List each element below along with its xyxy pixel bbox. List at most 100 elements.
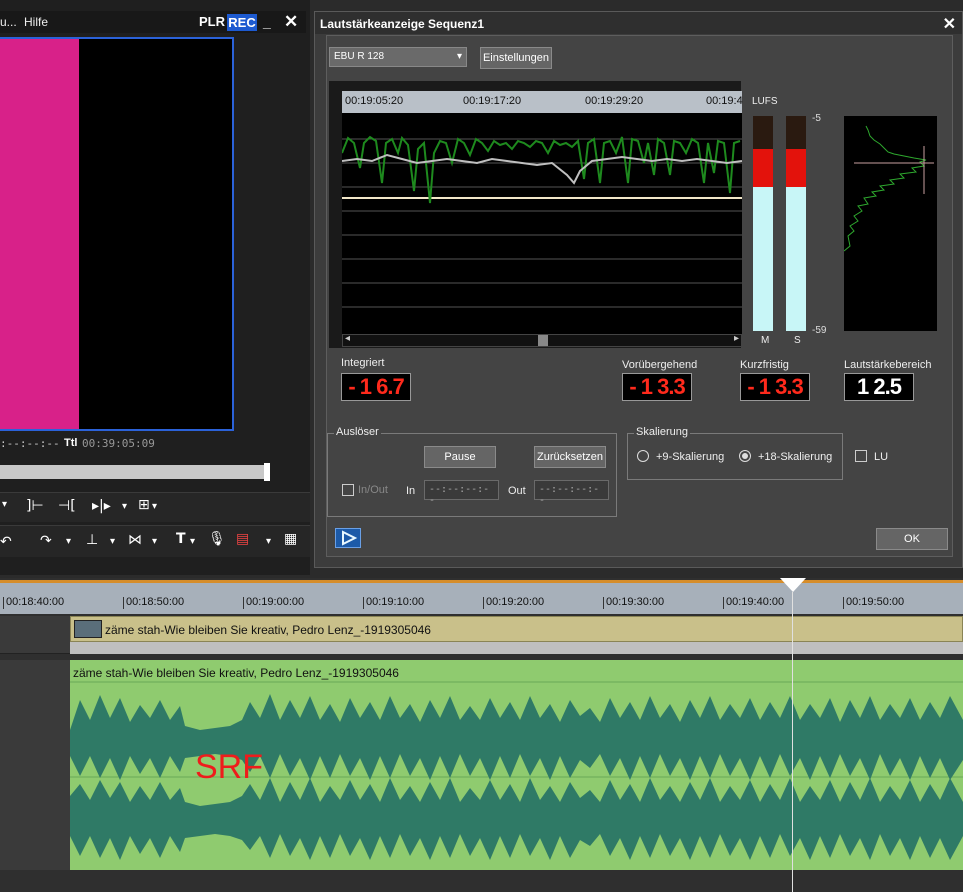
inout-label: In/Out xyxy=(358,484,388,496)
timeline-tick: 00:19:50:00 xyxy=(846,596,905,608)
momentary-label: Vorübergehend xyxy=(622,359,698,371)
meter-short xyxy=(786,116,806,331)
video-preview xyxy=(0,37,234,431)
timeline-ruler[interactable]: 00:18:40:00 00:18:50:00 00:19:00:00 00:1… xyxy=(0,580,963,614)
player-toolbar-edit: ↶ ↷ ▾ ⊥ ▾ ⋈ ▾ T ▾ 🎙 ▤ ▾ ▦ xyxy=(0,525,310,557)
scale-top-label: -5 xyxy=(812,113,821,124)
ok-button[interactable]: OK xyxy=(876,528,948,550)
scale9-radio[interactable] xyxy=(637,450,649,462)
video-track-header[interactable] xyxy=(0,616,70,654)
meter-m-label: M xyxy=(761,335,770,346)
chevron-down-icon[interactable]: ▾ xyxy=(266,536,271,547)
chevron-down-icon[interactable]: ▾ xyxy=(152,501,157,512)
loudness-graph-svg xyxy=(342,135,742,308)
chevron-down-icon[interactable]: ▾ xyxy=(122,501,127,512)
meter-red-zone xyxy=(786,149,806,187)
scaling-group-title: Skalierung xyxy=(634,426,690,438)
loudness-dialog: Lautstärkeanzeige Sequenz1 ✕ EBU R 128 ▾… xyxy=(314,11,963,568)
scroll-right-icon[interactable]: ▸ xyxy=(734,333,739,344)
out-timecode-field[interactable]: --:--:--:-- xyxy=(534,480,609,506)
video-clip-strip xyxy=(70,642,963,654)
timeline: 00:18:40:00 00:18:50:00 00:19:00:00 00:1… xyxy=(0,578,963,892)
play-icon[interactable] xyxy=(335,528,361,548)
timeline-tick: 00:19:30:00 xyxy=(606,596,665,608)
short-term-value: - 1 3.3 xyxy=(740,373,810,401)
tick-mark xyxy=(363,597,364,609)
meter-level xyxy=(786,187,806,331)
scroll-left-icon[interactable]: ◂ xyxy=(345,333,350,344)
trigger-group-title: Auslöser xyxy=(334,426,381,438)
video-clip[interactable]: zäme stah-Wie bleiben Sie kreativ, Pedro… xyxy=(70,616,963,642)
ruler-label: 00:19:17:20 xyxy=(463,95,522,107)
plr-button[interactable]: PLR xyxy=(199,14,225,29)
audio-clip[interactable]: zäme stah-Wie bleiben Sie kreativ, Pedro… xyxy=(70,660,963,870)
redo-icon[interactable]: ↷ xyxy=(40,533,52,549)
scale18-radio[interactable] xyxy=(739,450,751,462)
in-timecode-field[interactable]: --:--:--:-- xyxy=(424,480,499,506)
timeline-tick: 00:18:40:00 xyxy=(6,596,65,608)
lu-checkbox[interactable] xyxy=(855,450,867,462)
audio-track-header[interactable] xyxy=(0,660,70,870)
integrated-value: - 1 6.7 xyxy=(341,373,411,401)
tick-mark xyxy=(723,597,724,609)
loudness-histogram xyxy=(843,116,937,331)
scrub-bar[interactable] xyxy=(0,465,270,479)
momentary-value: - 1 3.3 xyxy=(622,373,692,401)
tick-mark xyxy=(603,597,604,609)
dialog-titlebar: Lautstärkeanzeige Sequenz1 ✕ xyxy=(315,12,962,34)
total-label: Ttl xyxy=(64,437,78,449)
video-pink-area xyxy=(0,39,79,429)
menu-item-partial[interactable]: u... xyxy=(0,15,17,29)
chevron-down-icon[interactable]: ▾ xyxy=(2,499,7,510)
playhead-line xyxy=(792,592,793,892)
short-term-label: Kurzfristig xyxy=(740,359,789,371)
play-icon-svg xyxy=(342,530,358,546)
tick-mark xyxy=(123,597,124,609)
graph-time-ruler: 00:19:05:20 00:19:17:20 00:19:29:20 00:1… xyxy=(342,91,743,113)
standard-select-value: EBU R 128 xyxy=(334,51,385,62)
close-button[interactable]: ✕ xyxy=(284,12,298,32)
scroll-thumb[interactable] xyxy=(538,335,548,346)
timeline-tick: 00:18:50:00 xyxy=(126,596,185,608)
chevron-down-icon[interactable]: ▾ xyxy=(152,536,157,547)
graph-scrollbar[interactable]: ◂ ▸ xyxy=(342,333,742,347)
dialog-close-button[interactable]: ✕ xyxy=(943,14,956,34)
meter-momentary xyxy=(753,116,773,331)
out-label: Out xyxy=(508,485,526,497)
undo-icon[interactable]: ↶ xyxy=(0,534,12,550)
standard-select[interactable]: EBU R 128 ▾ xyxy=(329,47,467,67)
tick-mark xyxy=(843,597,844,609)
chevron-down-icon[interactable]: ▾ xyxy=(66,536,71,547)
grid-icon[interactable]: ▦ xyxy=(284,531,297,547)
microphone-icon[interactable]: 🎙 xyxy=(208,531,226,547)
inout-checkbox[interactable] xyxy=(342,484,354,496)
minimize-button[interactable]: _ xyxy=(263,14,271,30)
trigger-group: Auslöser Pause Zurücksetzen In/Out In --… xyxy=(327,426,617,517)
transition-icon[interactable]: ⋈ xyxy=(128,532,142,548)
histogram-svg xyxy=(843,125,934,252)
settings-button[interactable]: Einstellungen xyxy=(480,47,552,69)
sequence-icon[interactable]: ⊞ xyxy=(138,497,150,513)
scale-bottom-label: -59 xyxy=(812,325,827,336)
range-label: Lautstärkebereich xyxy=(844,359,932,371)
meter-level xyxy=(753,187,773,331)
clip-thumbnail xyxy=(74,620,102,638)
mark-in-icon[interactable]: ]⊢ xyxy=(26,498,44,514)
mark-out-icon[interactable]: ⊣[ xyxy=(58,498,76,514)
menu-item-help[interactable]: Hilfe xyxy=(24,15,48,29)
chevron-down-icon[interactable]: ▾ xyxy=(190,536,195,547)
render-icon[interactable]: ▤ xyxy=(236,531,249,547)
scale18-label: +18-Skalierung xyxy=(758,451,833,463)
rec-button[interactable]: REC xyxy=(227,14,257,31)
scrub-handle[interactable] xyxy=(264,463,270,481)
mixer-icon[interactable]: ⊥ xyxy=(86,532,98,548)
playhead-handle[interactable] xyxy=(780,578,806,592)
timeline-tick: 00:19:10:00 xyxy=(366,596,425,608)
split-icon[interactable]: ▸|▸ xyxy=(92,498,111,514)
player-window: u... Hilfe PLR REC _ ✕ :--:--:-- Ttl 00:… xyxy=(0,0,310,575)
title-icon[interactable]: T xyxy=(176,531,186,547)
reset-button[interactable]: Zurücksetzen xyxy=(534,446,606,468)
chevron-down-icon[interactable]: ▾ xyxy=(110,536,115,547)
lu-label: LU xyxy=(874,451,889,463)
pause-button[interactable]: Pause xyxy=(424,446,496,468)
